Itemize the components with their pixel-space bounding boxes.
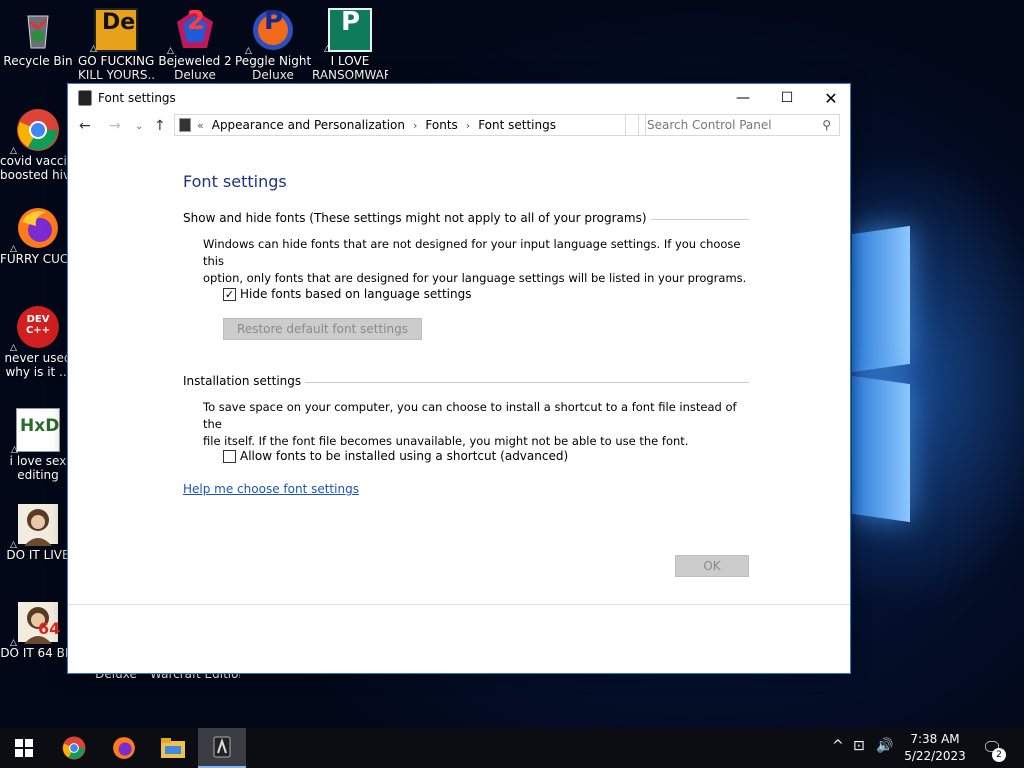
shortcut-arrow-icon: △ (10, 638, 17, 648)
desktop-icon-peggle[interactable]: P △ Peggle Nights Deluxe (235, 8, 311, 82)
page-title: Font settings (183, 172, 287, 191)
desktop-icon-bejeweled[interactable]: 2 △ Bejeweled 2 Deluxe (157, 8, 233, 82)
show-hide-section-heading: Show and hide fonts (These settings migh… (183, 211, 749, 225)
hide-fonts-checkbox[interactable]: ✓ (223, 287, 236, 301)
breadcrumb-separator[interactable]: › (466, 119, 470, 132)
devcpp-icon: DEV C++ △ (10, 305, 60, 353)
back-button[interactable]: ← (79, 118, 91, 134)
taskbar: ^ ⊡ 🔊 7:38 AM 5/22/2023 🗨 2 (0, 728, 1024, 768)
breadcrumb[interactable]: « Appearance and Personalization › Fonts… (174, 114, 626, 136)
windows-start-icon (15, 739, 33, 757)
minimize-button[interactable]: — (720, 84, 766, 112)
taskbar-file-explorer[interactable] (149, 728, 197, 768)
window-title: Font settings (98, 91, 176, 105)
footer-divider (68, 604, 850, 605)
publisher-icon: P △ (324, 8, 372, 54)
breadcrumb-appearance[interactable]: Appearance and Personalization (212, 118, 405, 132)
control-panel-icon (179, 118, 191, 132)
portrait-64-icon: 64 △ (10, 600, 60, 648)
shortcut-arrow-icon: △ (10, 146, 17, 156)
hxd-icon: HxD △ (11, 408, 60, 455)
shortcut-arrow-icon: △ (167, 46, 174, 56)
start-button[interactable] (0, 728, 48, 768)
desktop-icon-do-it-live[interactable]: △ DO IT LIVE (0, 502, 76, 562)
taskbar-font-settings[interactable] (198, 728, 246, 768)
font-settings-icon (213, 736, 231, 758)
hide-fonts-label[interactable]: Hide fonts based on language settings (240, 287, 471, 301)
recycle-bin-icon (16, 8, 60, 52)
up-button[interactable]: ↑ (154, 118, 166, 134)
help-choose-font-settings-link[interactable]: Help me choose font settings (183, 482, 359, 496)
divider (650, 218, 749, 220)
shortcut-arrow-icon: △ (11, 445, 18, 455)
volume-icon[interactable]: 🔊 (876, 738, 893, 754)
network-icon[interactable]: ⊡ (853, 738, 865, 754)
restore-default-font-settings-button[interactable]: Restore default font settings (223, 318, 422, 340)
forward-button[interactable]: → (109, 118, 121, 134)
clock[interactable]: 7:38 AM 5/22/2023 (898, 731, 972, 765)
address-toolbar: ← → ⌄ ↑ « Appearance and Personalization… (68, 112, 850, 144)
firefox-icon: △ (10, 206, 60, 254)
desktop-icon-never-used[interactable]: DEV C++ △ never used why is it ... (0, 305, 76, 379)
windows-logo-wallpaper (852, 225, 912, 530)
title-bar[interactable]: Font settings — ☐ ✕ (68, 84, 850, 112)
desktop-icon-i-love-ransomware[interactable]: P △ I LOVE RANSOMWARE (312, 8, 388, 82)
search-placeholder: Search Control Panel (647, 118, 772, 132)
clock-date: 5/22/2023 (904, 749, 966, 763)
shortcut-arrow-icon: △ (10, 244, 17, 254)
desktop-icon-go-fucking[interactable]: De △ GO FUCKING KILL YOURS... (78, 8, 154, 82)
taskbar-chrome[interactable] (50, 728, 98, 768)
taskbar-firefox[interactable] (100, 728, 148, 768)
search-input[interactable]: Search Control Panel ⚲ (638, 114, 840, 136)
allow-shortcut-checkbox-row[interactable]: Allow fonts to be installed using a shor… (223, 449, 568, 463)
peggle-icon: P △ (245, 8, 295, 56)
ok-button[interactable]: OK (675, 555, 749, 577)
bejeweled-icon: 2 △ (167, 8, 217, 56)
folder-icon (161, 738, 185, 758)
breadcrumb-overflow[interactable]: « (197, 119, 204, 132)
notification-count-badge: 2 (992, 748, 1006, 762)
shortcut-arrow-icon: △ (90, 44, 97, 54)
icon-label: Recycle Bin (3, 54, 73, 68)
desktop-icon-furry-cuck[interactable]: △ FURRY CUCK (0, 206, 76, 266)
firefox-icon (113, 737, 135, 759)
show-hide-description: Windows can hide fonts that are not desi… (203, 237, 747, 285)
chrome-icon (62, 736, 86, 760)
breadcrumb-fonts[interactable]: Fonts (425, 118, 457, 132)
installation-description: To save space on your computer, you can … (203, 400, 737, 448)
shortcut-arrow-icon: △ (10, 540, 17, 550)
allow-shortcut-label[interactable]: Allow fonts to be installed using a shor… (240, 449, 568, 463)
breadcrumb-font-settings[interactable]: Font settings (478, 118, 556, 132)
desktop-icon-do-it-64-bit[interactable]: 64 △ DO IT 64 BIT (0, 600, 76, 660)
close-button[interactable]: ✕ (808, 84, 854, 112)
allow-shortcut-checkbox[interactable] (223, 449, 236, 463)
shortcut-arrow-icon: △ (324, 44, 331, 54)
desktop-icon-recycle-bin[interactable]: Recycle Bin (0, 8, 76, 68)
shortcut-arrow-icon: △ (10, 343, 17, 353)
dark-engine-icon: De △ (90, 8, 138, 54)
divider (305, 381, 749, 383)
maximize-button[interactable]: ☐ (764, 84, 810, 112)
tray-overflow-chevron[interactable]: ^ (832, 738, 844, 754)
shortcut-arrow-icon: △ (245, 46, 252, 56)
clock-time: 7:38 AM (910, 732, 960, 746)
desktop-icon-i-love-sex-editing[interactable]: HxD △ i love sex editing (0, 408, 76, 482)
installation-section-heading: Installation settings (183, 374, 749, 388)
font-settings-window: Font settings — ☐ ✕ ← → ⌄ ↑ « Appearance… (67, 83, 851, 674)
portrait-icon: △ (10, 502, 60, 550)
breadcrumb-separator[interactable]: › (413, 119, 417, 132)
chrome-icon: △ (10, 108, 60, 156)
recent-locations-dropdown[interactable]: ⌄ (135, 121, 143, 132)
hide-fonts-checkbox-row[interactable]: ✓ Hide fonts based on language settings (223, 287, 471, 301)
font-settings-icon (78, 90, 92, 106)
desktop-icon-covid-vaccine[interactable]: △ covid vaccine boosted hiv ... (0, 108, 76, 182)
search-icon[interactable]: ⚲ (822, 118, 831, 132)
